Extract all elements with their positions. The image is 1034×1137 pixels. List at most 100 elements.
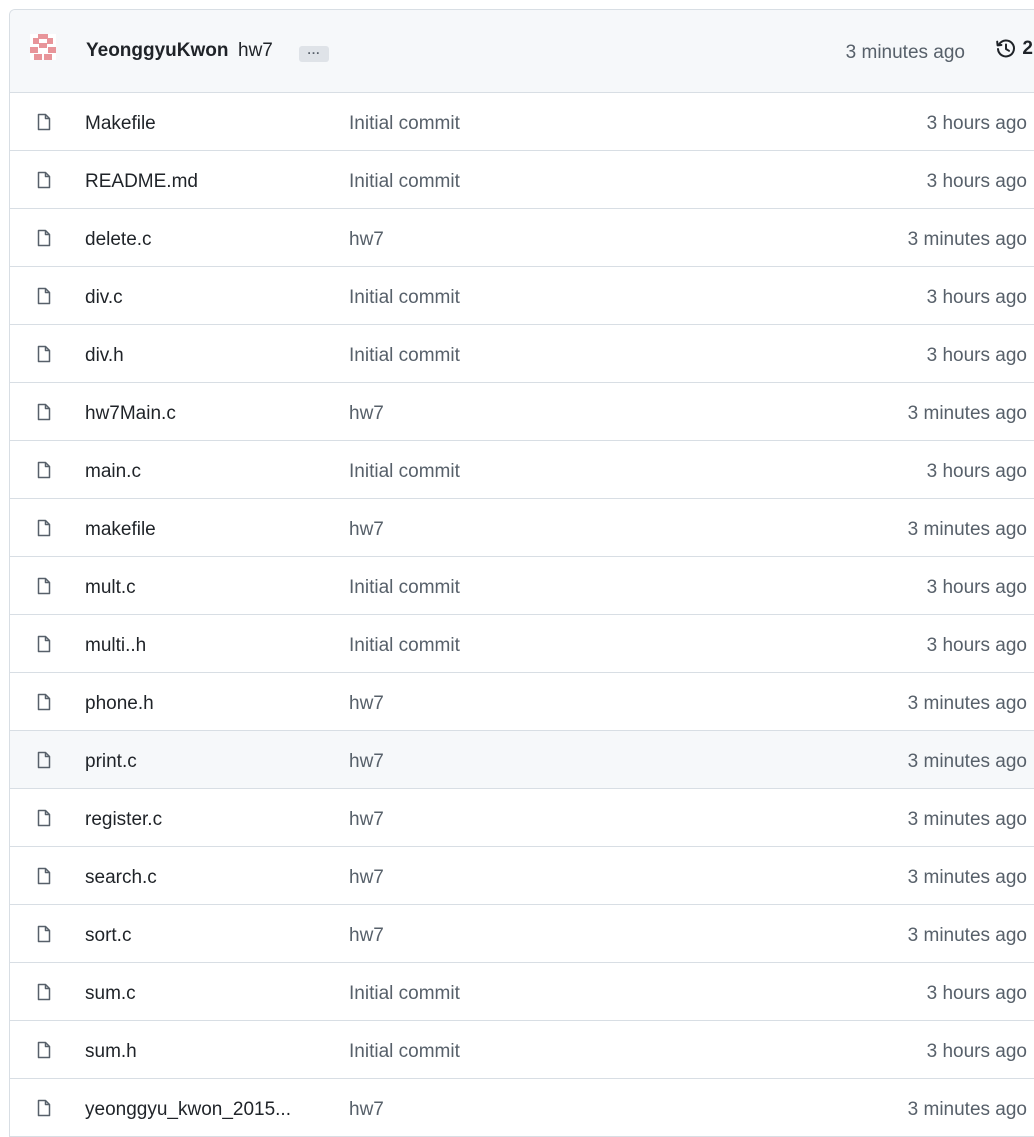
file-icon (37, 229, 51, 247)
file-row[interactable]: div.c Initial commit 3 hours ago (10, 267, 1034, 325)
file-row[interactable]: print.c hw7 3 minutes ago (10, 731, 1034, 789)
file-commit-message-link[interactable]: Initial commit (349, 461, 460, 483)
file-commit-time: 3 minutes ago (907, 925, 1027, 946)
expand-commit-message-button[interactable]: ... (299, 44, 329, 62)
file-row[interactable]: multi..h Initial commit 3 hours ago (10, 615, 1034, 673)
file-row[interactable]: makefile hw7 3 minutes ago (10, 499, 1034, 557)
file-name-link[interactable]: delete.c (85, 229, 152, 251)
file-icon (37, 751, 51, 769)
avatar[interactable] (30, 34, 56, 60)
file-row[interactable]: register.c hw7 3 minutes ago (10, 789, 1034, 847)
file-commit-time: 3 hours ago (926, 983, 1027, 1004)
file-icon (37, 577, 51, 595)
file-row[interactable]: hw7Main.c hw7 3 minutes ago (10, 383, 1034, 441)
file-icon (37, 287, 51, 305)
file-name-link[interactable]: sort.c (85, 925, 131, 947)
file-name-link[interactable]: main.c (85, 461, 141, 483)
file-commit-message-link[interactable]: Initial commit (349, 345, 460, 367)
file-commit-time: 3 minutes ago (907, 1099, 1027, 1120)
file-commit-message-link[interactable]: Initial commit (349, 113, 460, 135)
file-commit-message-link[interactable]: Initial commit (349, 171, 460, 193)
file-name-link[interactable]: multi..h (85, 635, 146, 657)
file-commit-time: 3 hours ago (926, 171, 1027, 192)
file-icon (37, 403, 51, 421)
file-commit-time: 3 hours ago (926, 1041, 1027, 1062)
file-commit-message-link[interactable]: hw7 (349, 1099, 384, 1121)
file-row[interactable]: sum.c Initial commit 3 hours ago (10, 963, 1034, 1021)
commit-history-link[interactable]: 2 (995, 38, 1033, 60)
file-icon (37, 693, 51, 711)
file-name-link[interactable]: sum.c (85, 983, 136, 1005)
file-row[interactable]: search.c hw7 3 minutes ago (10, 847, 1034, 905)
file-commit-time: 3 minutes ago (907, 693, 1027, 714)
file-name-link[interactable]: print.c (85, 751, 137, 773)
file-row[interactable]: Makefile Initial commit 3 hours ago (10, 93, 1034, 151)
file-name-link[interactable]: phone.h (85, 693, 154, 715)
file-commit-message-link[interactable]: hw7 (349, 809, 384, 831)
file-icon (37, 635, 51, 653)
file-icon (37, 519, 51, 537)
file-icon (37, 867, 51, 885)
file-name-link[interactable]: sum.h (85, 1041, 137, 1063)
file-icon (37, 1041, 51, 1059)
file-icon (37, 983, 51, 1001)
file-commit-message-link[interactable]: hw7 (349, 403, 384, 425)
file-icon (37, 809, 51, 827)
commit-author-link[interactable]: YeonggyuKwon (86, 40, 229, 62)
file-commit-time: 3 hours ago (926, 113, 1027, 134)
file-commit-message-link[interactable]: hw7 (349, 519, 384, 541)
file-commit-message-link[interactable]: hw7 (349, 925, 384, 947)
file-name-link[interactable]: register.c (85, 809, 162, 831)
file-commit-message-link[interactable]: hw7 (349, 867, 384, 889)
file-commit-message-link[interactable]: Initial commit (349, 983, 460, 1005)
file-name-link[interactable]: hw7Main.c (85, 403, 176, 425)
latest-commit-header: YeonggyuKwon hw7 ... 3 minutes ago 2 (10, 10, 1034, 93)
file-commit-time: 3 hours ago (926, 461, 1027, 482)
file-list: Makefile Initial commit 3 hours ago READ… (10, 93, 1034, 1136)
file-commit-time: 3 minutes ago (907, 809, 1027, 830)
file-row[interactable]: README.md Initial commit 3 hours ago (10, 151, 1034, 209)
file-commit-message-link[interactable]: Initial commit (349, 635, 460, 657)
file-icon (37, 345, 51, 363)
file-commit-time: 3 minutes ago (907, 229, 1027, 250)
file-name-link[interactable]: Makefile (85, 113, 156, 135)
file-commit-message-link[interactable]: hw7 (349, 229, 384, 251)
file-row[interactable]: delete.c hw7 3 minutes ago (10, 209, 1034, 267)
file-name-link[interactable]: search.c (85, 867, 157, 889)
file-commit-message-link[interactable]: Initial commit (349, 287, 460, 309)
file-row[interactable]: sort.c hw7 3 minutes ago (10, 905, 1034, 963)
file-row[interactable]: sum.h Initial commit 3 hours ago (10, 1021, 1034, 1079)
file-name-link[interactable]: makefile (85, 519, 156, 541)
file-commit-time: 3 minutes ago (907, 751, 1027, 772)
commit-time[interactable]: 3 minutes ago (846, 42, 965, 64)
file-commit-message-link[interactable]: Initial commit (349, 1041, 460, 1063)
file-commit-message-link[interactable]: hw7 (349, 693, 384, 715)
file-name-link[interactable]: div.h (85, 345, 124, 367)
file-icon (37, 925, 51, 943)
commit-count: 2 (1022, 38, 1033, 59)
file-name-link[interactable]: yeonggyu_kwon_2015... (85, 1099, 291, 1121)
file-commit-time: 3 hours ago (926, 635, 1027, 656)
file-commit-time: 3 minutes ago (907, 867, 1027, 888)
file-icon (37, 1099, 51, 1117)
file-commit-time: 3 minutes ago (907, 519, 1027, 540)
file-name-link[interactable]: README.md (85, 171, 198, 193)
file-icon (37, 171, 51, 189)
file-commit-message-link[interactable]: hw7 (349, 751, 384, 773)
file-commit-time: 3 hours ago (926, 345, 1027, 366)
file-commit-time: 3 hours ago (926, 287, 1027, 308)
file-row[interactable]: main.c Initial commit 3 hours ago (10, 441, 1034, 499)
commit-message-link[interactable]: hw7 (238, 40, 273, 62)
file-name-link[interactable]: div.c (85, 287, 123, 309)
file-commit-time: 3 hours ago (926, 577, 1027, 598)
file-icon (37, 461, 51, 479)
file-row[interactable]: div.h Initial commit 3 hours ago (10, 325, 1034, 383)
file-icon (37, 113, 51, 131)
file-row[interactable]: phone.h hw7 3 minutes ago (10, 673, 1034, 731)
file-commit-time: 3 minutes ago (907, 403, 1027, 424)
file-name-link[interactable]: mult.c (85, 577, 136, 599)
file-commit-message-link[interactable]: Initial commit (349, 577, 460, 599)
file-row[interactable]: yeonggyu_kwon_2015... hw7 3 minutes ago (10, 1079, 1034, 1136)
history-clock-icon (996, 39, 1016, 58)
file-row[interactable]: mult.c Initial commit 3 hours ago (10, 557, 1034, 615)
